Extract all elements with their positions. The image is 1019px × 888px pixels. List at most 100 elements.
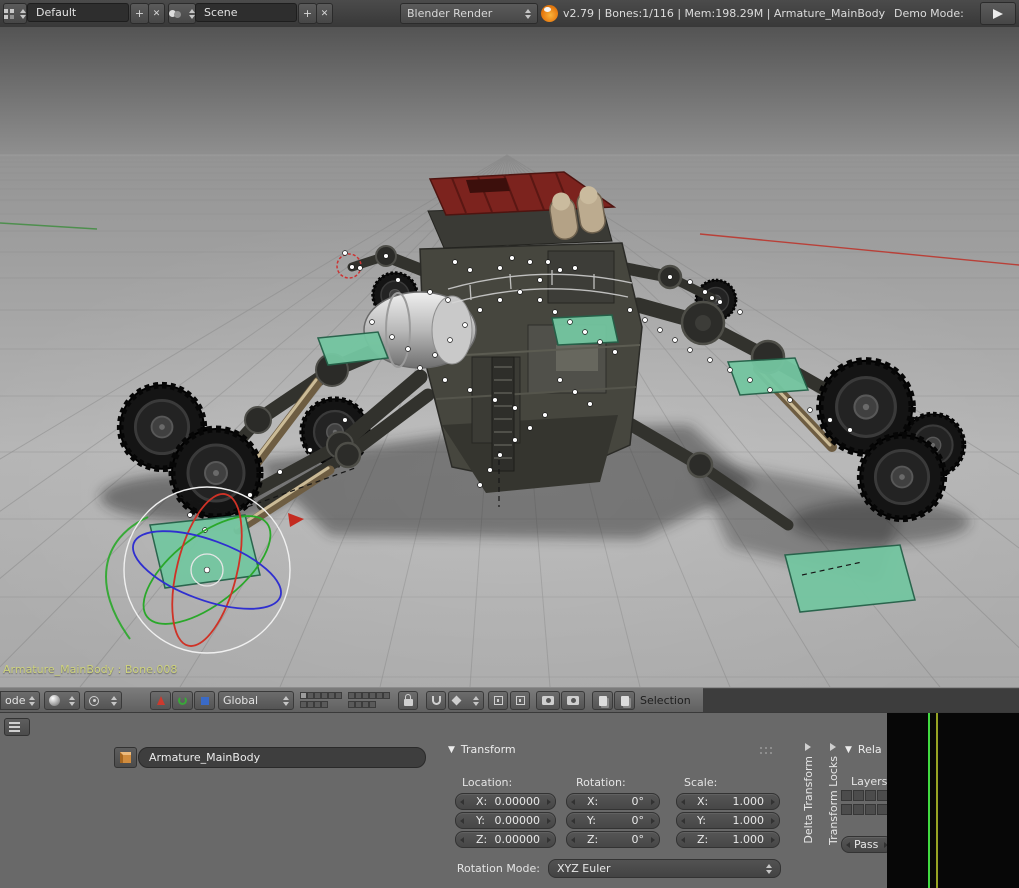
- lock-icon: [404, 699, 413, 706]
- rotation-z-field[interactable]: Z: 0°: [566, 831, 660, 848]
- clipped-editor-region: [887, 713, 1019, 888]
- collapse-triangle-icon: ▼: [448, 745, 455, 755]
- scene-icon: [169, 9, 182, 19]
- expand-arrow-icon: [805, 743, 811, 751]
- header-empty-region: [703, 688, 1019, 713]
- render-engine-value: Blender Render: [407, 7, 492, 20]
- object-layer-cell[interactable]: [865, 790, 876, 801]
- panel-drag-handle[interactable]: [760, 747, 776, 755]
- rotate-manipulator-button[interactable]: [172, 691, 193, 710]
- relations-panel-header[interactable]: ▼ Rela: [845, 743, 882, 756]
- lock-to-scene-button[interactable]: [398, 691, 418, 710]
- mode-dropdown[interactable]: ode: [0, 691, 40, 710]
- add-scene-button[interactable]: +: [298, 3, 317, 24]
- expand-arrow-icon: [830, 743, 836, 751]
- paste-pose-button[interactable]: [614, 691, 635, 710]
- scale-z-field[interactable]: Z: 1.000: [676, 831, 780, 848]
- orientation-value: Global: [223, 694, 258, 707]
- snap-toggle-button[interactable]: [426, 691, 446, 710]
- axis-label: Y:: [697, 814, 706, 827]
- object-layer-cell[interactable]: [853, 790, 864, 801]
- dropdown-arrows-icon: [25, 696, 35, 706]
- top-header: Default + ✕ Scene + ✕ Blender Render v2.…: [0, 0, 1019, 28]
- object-data-icon-button[interactable]: [114, 747, 137, 768]
- object-layer-cell[interactable]: [841, 804, 852, 815]
- dropdown-arrows-icon: [762, 864, 772, 874]
- field-value: 1.000: [733, 833, 765, 846]
- translate-manipulator-button[interactable]: [150, 691, 171, 710]
- demo-play-button[interactable]: [980, 2, 1016, 25]
- field-value: 0°: [632, 833, 645, 846]
- object-layer-cell[interactable]: [841, 790, 852, 801]
- editor-type-button-bottom[interactable]: [4, 718, 30, 736]
- snap-target-button[interactable]: [488, 691, 508, 710]
- transform-panel-title: Transform: [461, 743, 516, 756]
- axis-label: X:: [697, 795, 708, 808]
- relations-panel-title: Rela: [858, 743, 882, 756]
- demo-mode-label: Demo Mode:: [894, 7, 964, 20]
- layers-grid-right[interactable]: [348, 692, 390, 710]
- rotation-mode-value: XYZ Euler: [557, 862, 611, 875]
- close-icon: ✕: [321, 9, 329, 19]
- location-z-field[interactable]: Z: 0.00000: [455, 831, 556, 848]
- field-value: 0.00000: [495, 814, 541, 827]
- delete-scene-button[interactable]: ✕: [316, 3, 333, 24]
- snap-element-dropdown[interactable]: [448, 691, 484, 710]
- dropdown-arrows-icon: [185, 9, 195, 19]
- properties-editor-icon: [9, 722, 20, 732]
- viewport-header: ode Global: [0, 687, 1019, 713]
- scale-manipulator-button[interactable]: [194, 691, 215, 710]
- add-layout-button[interactable]: +: [130, 3, 149, 24]
- screen-layout-field[interactable]: Default: [27, 3, 129, 22]
- location-y-field[interactable]: Y: 0.00000: [455, 812, 556, 829]
- viewport-shading-dropdown[interactable]: [44, 691, 80, 710]
- magnet-icon: [432, 696, 441, 705]
- render-opengl-button[interactable]: [536, 691, 560, 710]
- axis-label: Y:: [587, 814, 596, 827]
- object-layer-cell[interactable]: [865, 804, 876, 815]
- axis-label: Y:: [476, 814, 485, 827]
- rotation-mode-label: Rotation Mode:: [448, 862, 540, 875]
- blender-window: Default + ✕ Scene + ✕ Blender Render v2.…: [0, 0, 1019, 888]
- scene-browse-button[interactable]: [168, 3, 196, 24]
- editor-type-button[interactable]: [3, 3, 27, 24]
- dropdown-arrows-icon: [65, 696, 75, 706]
- rotation-x-field[interactable]: X: 0°: [566, 793, 660, 810]
- plus-icon: +: [303, 7, 312, 20]
- render-opengl-anim-button[interactable]: [561, 691, 585, 710]
- dropdown-arrows-icon: [16, 9, 26, 19]
- render-engine-dropdown[interactable]: Blender Render: [400, 3, 538, 24]
- pass-index-field[interactable]: Pass: [841, 836, 893, 853]
- snap-element-icon: [452, 696, 462, 706]
- location-x-field[interactable]: X: 0.00000: [455, 793, 556, 810]
- viewport-3d[interactable]: Armature_MainBody : Bone.008: [0, 27, 1019, 687]
- rotation-column-label: Rotation:: [576, 776, 626, 789]
- object-layer-cell[interactable]: [853, 804, 864, 815]
- delete-layout-button[interactable]: ✕: [148, 3, 165, 24]
- field-value: 1.000: [733, 814, 765, 827]
- copy-pose-button[interactable]: [592, 691, 613, 710]
- transform-panel-header[interactable]: ▼ Transform: [448, 743, 516, 756]
- rotation-y-field[interactable]: Y: 0°: [566, 812, 660, 829]
- field-value: 0°: [632, 795, 645, 808]
- scale-y-field[interactable]: Y: 1.000: [676, 812, 780, 829]
- panel-tab-delta-transform[interactable]: Delta Transform: [797, 743, 819, 881]
- rotation-mode-dropdown[interactable]: XYZ Euler: [548, 859, 781, 878]
- scale-x-field[interactable]: X: 1.000: [676, 793, 780, 810]
- scale-column-label: Scale:: [684, 776, 717, 789]
- mode-value: ode: [5, 694, 25, 707]
- dropdown-arrows-icon: [107, 696, 117, 706]
- pivot-point-dropdown[interactable]: [84, 691, 122, 710]
- field-label: Pass: [854, 838, 878, 851]
- plus-icon: +: [135, 7, 144, 20]
- properties-editor: Armature_MainBody ▼ Transform Location: …: [0, 712, 1019, 888]
- camera-icon: [542, 696, 554, 705]
- field-value: 0°: [632, 814, 645, 827]
- snap-peel-button[interactable]: [510, 691, 530, 710]
- scene-name-field[interactable]: Scene: [195, 3, 297, 22]
- viewport-scene[interactable]: [0, 27, 1019, 687]
- object-name-field[interactable]: Armature_MainBody: [138, 747, 426, 768]
- layers-grid-left[interactable]: [300, 692, 342, 710]
- viewport-sky: [0, 27, 1019, 155]
- transform-orientation-dropdown[interactable]: Global: [218, 691, 294, 710]
